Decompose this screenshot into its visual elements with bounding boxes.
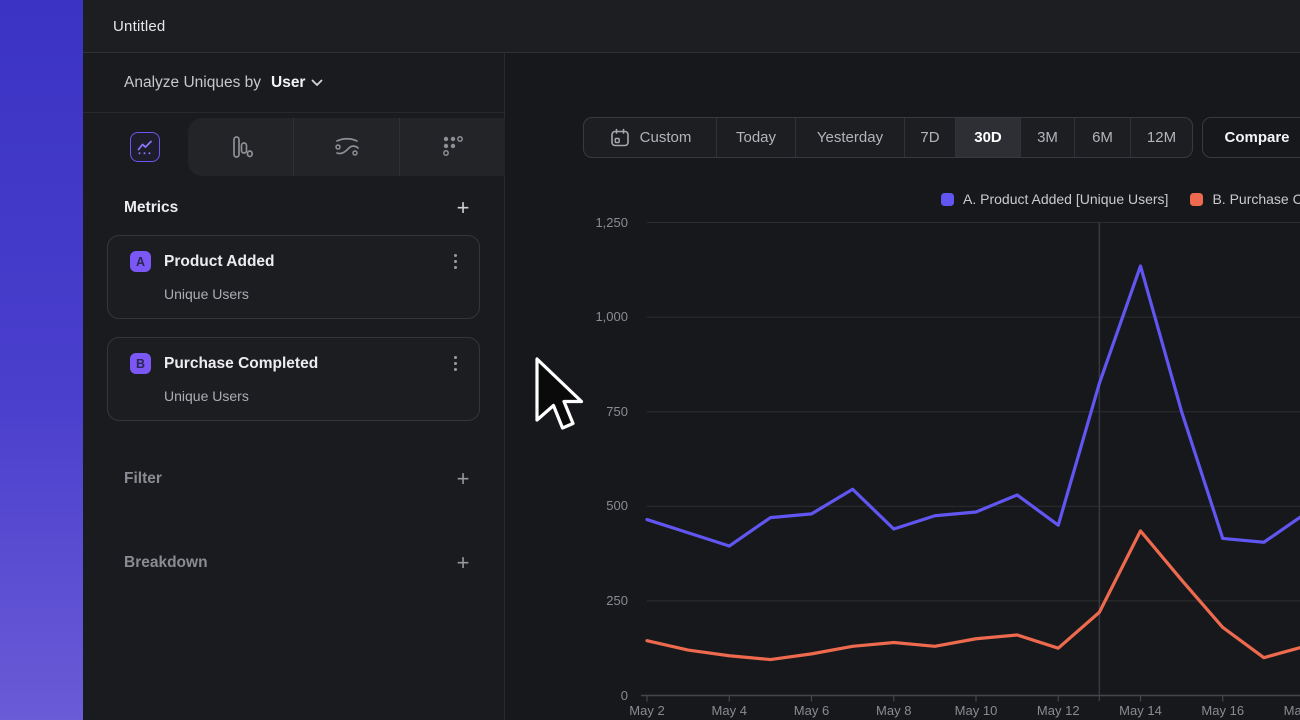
analyze-by-value: User xyxy=(271,74,305,92)
range-label: 7D xyxy=(920,129,939,146)
filter-header: Filter + xyxy=(83,469,504,489)
filter-title: Filter xyxy=(124,470,162,488)
legend-item-b[interactable]: B. Purchase Completed [Unique Users] xyxy=(1190,191,1300,207)
metric-subtitle: Unique Users xyxy=(164,286,463,302)
x-axis-tick-label: May 14 xyxy=(1109,703,1173,718)
metric-name: Purchase Completed xyxy=(164,355,448,373)
metrics-header: Metrics + xyxy=(83,198,504,218)
top-bar: Untitled xyxy=(83,0,1300,53)
range-label: 3M xyxy=(1037,129,1058,146)
breakdown-header: Breakdown + xyxy=(83,553,504,573)
kebab-menu-icon[interactable] xyxy=(448,250,463,273)
y-axis-tick-label: 1,250 xyxy=(562,215,628,230)
line-chart-icon xyxy=(130,132,160,162)
range-label: 6M xyxy=(1092,129,1113,146)
x-axis-tick-label: May 6 xyxy=(780,703,844,718)
chart-type-tabs xyxy=(83,113,504,170)
legend-label: B. Purchase Completed [Unique Users] xyxy=(1212,191,1300,207)
metrics-title: Metrics xyxy=(124,199,178,217)
date-range-selector: Custom Today Yesterday 7D 30D 3M 6M 12M xyxy=(583,117,1193,158)
metric-letter-badge: A xyxy=(130,251,151,272)
x-axis-tick-label: May 10 xyxy=(944,703,1008,718)
retention-dots-icon xyxy=(440,134,466,160)
metric-letter-badge: B xyxy=(130,353,151,374)
chart-panel: Custom Today Yesterday 7D 30D 3M 6M 12M Compare… xyxy=(505,53,1300,720)
range-label: Custom xyxy=(640,129,692,146)
y-axis-tick-label: 1,000 xyxy=(562,309,628,324)
y-axis-tick-label: 750 xyxy=(562,404,628,419)
x-axis-tick-label: May 18 xyxy=(1273,703,1300,718)
analyze-by-row: Analyze Uniques by User xyxy=(83,53,504,113)
range-3m[interactable]: 3M xyxy=(1020,118,1074,157)
range-label: 12M xyxy=(1147,129,1176,146)
x-axis-tick-label: May 4 xyxy=(697,703,761,718)
add-metric-button[interactable]: + xyxy=(452,198,474,218)
x-axis-tick-label: May 12 xyxy=(1026,703,1090,718)
tab-retention[interactable] xyxy=(399,118,505,176)
range-7d[interactable]: 7D xyxy=(904,118,955,157)
analyze-by-label: Analyze Uniques by xyxy=(124,74,261,92)
metric-subtitle: Unique Users xyxy=(164,388,463,404)
sidebar: Analyze Uniques by User xyxy=(83,53,505,720)
y-axis-tick-label: 0 xyxy=(562,688,628,703)
report-title[interactable]: Untitled xyxy=(113,18,165,35)
legend-label: A. Product Added [Unique Users] xyxy=(963,191,1168,207)
app-window: Untitled Analyze Uniques by User xyxy=(0,0,1300,720)
chart-legend: A. Product Added [Unique Users] B. Purcha… xyxy=(941,191,1300,207)
legend-swatch xyxy=(1190,193,1203,206)
range-30d[interactable]: 30D xyxy=(955,118,1020,157)
left-gradient-strip xyxy=(0,0,83,720)
range-today[interactable]: Today xyxy=(716,118,795,157)
add-breakdown-button[interactable]: + xyxy=(452,553,474,573)
chart-type-tab-group xyxy=(188,118,505,176)
range-custom[interactable]: Custom xyxy=(584,118,716,157)
metric-card-a[interactable]: A Product Added Unique Users xyxy=(107,235,480,319)
calendar-icon xyxy=(609,127,631,149)
range-label: Today xyxy=(736,129,776,146)
legend-swatch xyxy=(941,193,954,206)
bar-chart-icon xyxy=(228,134,254,160)
analyze-by-dropdown[interactable]: User xyxy=(271,74,323,92)
compare-button[interactable]: Compare xyxy=(1202,117,1300,158)
breakdown-title: Breakdown xyxy=(124,554,208,572)
range-label: Yesterday xyxy=(817,129,883,146)
kebab-menu-icon[interactable] xyxy=(448,352,463,375)
chevron-down-icon xyxy=(311,79,323,87)
x-axis-tick-label: May 16 xyxy=(1191,703,1255,718)
range-yesterday[interactable]: Yesterday xyxy=(795,118,904,157)
range-12m[interactable]: 12M xyxy=(1130,118,1192,157)
y-axis-tick-label: 500 xyxy=(562,498,628,513)
tab-flows[interactable] xyxy=(293,118,399,176)
tab-bar-chart[interactable] xyxy=(188,118,293,176)
tab-line-chart[interactable] xyxy=(103,124,187,170)
legend-item-a[interactable]: A. Product Added [Unique Users] xyxy=(941,191,1168,207)
add-filter-button[interactable]: + xyxy=(452,469,474,489)
x-axis-tick-label: May 2 xyxy=(615,703,679,718)
metric-card-b[interactable]: B Purchase Completed Unique Users xyxy=(107,337,480,421)
x-axis-tick-label: May 8 xyxy=(862,703,926,718)
y-axis-tick-label: 250 xyxy=(562,593,628,608)
metric-name: Product Added xyxy=(164,253,448,271)
range-6m[interactable]: 6M xyxy=(1074,118,1130,157)
flows-icon xyxy=(333,135,361,159)
range-label: 30D xyxy=(974,129,1002,146)
